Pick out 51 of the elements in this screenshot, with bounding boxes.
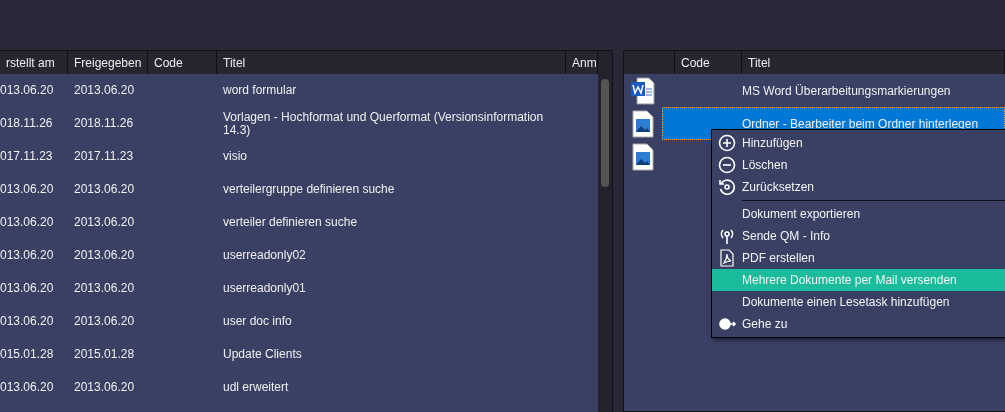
table-cell: 2013.06.20 bbox=[74, 380, 135, 394]
menu-item[interactable]: Dokument exportieren bbox=[712, 203, 1005, 225]
table-cell: 017.11.23 bbox=[0, 149, 53, 163]
table-cell: 2013.06.20 bbox=[74, 281, 135, 295]
table-cell: user doc info bbox=[223, 314, 292, 328]
column-header[interactable]: Code bbox=[675, 51, 742, 74]
scrollbar-thumb[interactable] bbox=[601, 79, 609, 187]
pdf-icon bbox=[718, 249, 736, 267]
table-cell: 013.06.20 bbox=[0, 215, 54, 229]
table-cell: 2013.06.20 bbox=[74, 314, 135, 328]
table-cell: visio bbox=[223, 149, 247, 163]
add-icon bbox=[718, 134, 736, 152]
column-header[interactable]: Titel bbox=[742, 51, 1005, 74]
remove-icon bbox=[718, 156, 736, 174]
table-cell: 013.06.20 bbox=[0, 314, 54, 328]
table-cell: udl erweitert bbox=[223, 380, 289, 394]
image-file-icon bbox=[632, 142, 654, 171]
table-cell: Ordner - Bearbeiter beim Ordner hinterlegen bbox=[742, 116, 979, 131]
table-cell: 013.06.20 bbox=[0, 248, 54, 262]
menu-item[interactable]: Sende QM - Info bbox=[712, 225, 1005, 247]
table-cell: MS Word Überarbeitungsmarkierungen bbox=[742, 83, 951, 98]
table-cell: 013.06.20 bbox=[0, 83, 54, 97]
table-cell: 2013.06.20 bbox=[74, 83, 135, 97]
table-cell: 2013.06.20 bbox=[74, 182, 135, 196]
menu-item[interactable]: Dokumente einen Lesetask hinzufügen bbox=[712, 291, 1005, 313]
menu-item[interactable]: Löschen bbox=[712, 154, 1005, 176]
menu-item[interactable]: PDF erstellen bbox=[712, 247, 1005, 269]
antenna-icon bbox=[718, 227, 736, 245]
goto-icon bbox=[718, 315, 736, 333]
table-cell: word formular bbox=[223, 83, 297, 97]
table-cell: userreadonly01 bbox=[223, 281, 306, 295]
table-cell: 013.06.20 bbox=[0, 182, 54, 196]
table-cell: 2013.06.20 bbox=[74, 248, 135, 262]
table-cell: 2015.01.28 bbox=[74, 347, 135, 361]
table-cell: 2013.06.20 bbox=[74, 215, 135, 229]
reset-icon bbox=[718, 178, 736, 196]
image-file-icon bbox=[632, 109, 654, 138]
table-cell: Update Clients bbox=[223, 347, 302, 361]
table-cell: 2018.11.26 bbox=[74, 116, 134, 130]
table-cell: 015.01.28 bbox=[0, 347, 54, 361]
table-cell: userreadonly02 bbox=[223, 248, 306, 262]
menu-item[interactable]: Zurücksetzen bbox=[712, 176, 1005, 198]
table-cell: Vorlagen - Hochformat und Querformat (Versionsinformation 14.3) bbox=[223, 109, 544, 137]
word-document-icon bbox=[631, 76, 655, 105]
table-cell: verteilergruppe definieren suche bbox=[223, 182, 395, 196]
table-cell: 013.06.20 bbox=[0, 281, 54, 295]
table-cell: 013.06.20 bbox=[0, 380, 54, 394]
table-cell: 2017.11.23 bbox=[74, 149, 134, 163]
table-cell: verteiler definieren suche bbox=[223, 215, 358, 229]
table-cell: 018.11.26 bbox=[0, 116, 53, 130]
menu-item[interactable]: Gehe zu bbox=[712, 313, 1005, 335]
